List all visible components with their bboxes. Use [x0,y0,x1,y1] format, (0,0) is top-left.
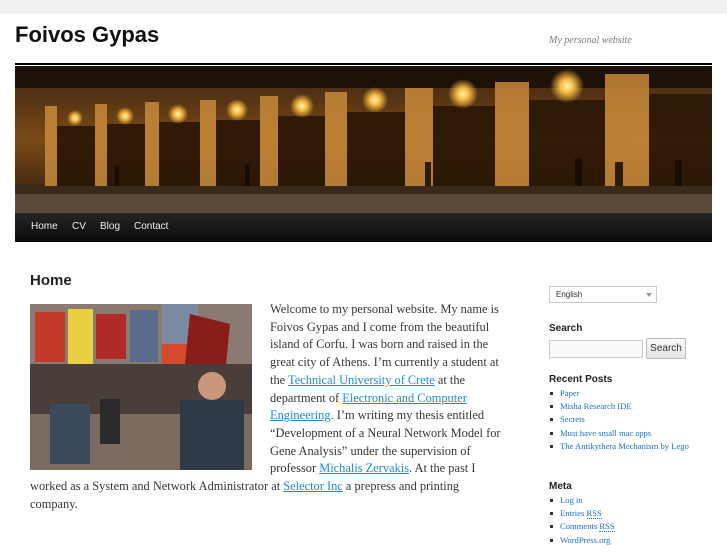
list-item: Must have small mac apps [549,428,699,439]
list-item: Comments RSS [549,521,699,533]
meta-login-link[interactable]: Log in [560,495,583,505]
chevron-down-icon [646,293,652,297]
recent-post-link[interactable]: Misha Research IDE [560,401,632,411]
link-selector-inc[interactable]: Selector Inc [283,479,343,493]
rss-abbr: RSS [599,521,615,533]
list-item: Paper [549,388,699,399]
meta-entries-rss-link[interactable]: Entries RSS [560,508,602,520]
recent-post-link[interactable]: Must have small mac apps [560,428,651,438]
search-heading: Search [549,323,583,334]
search-input[interactable] [549,340,643,358]
meta-heading: Meta [549,481,572,492]
header-divider [15,63,712,65]
link-professor[interactable]: Michalis Zervakis [319,461,409,475]
search-button[interactable]: Search [646,338,686,359]
main-navigation: Home CV Blog Contact [15,213,712,242]
meta-comments-rss-link[interactable]: Comments RSS [560,521,615,533]
recent-posts-list: Paper Misha Research IDE Secrets Must ha… [549,388,699,454]
link-technical-university[interactable]: Technical University of Crete [288,373,435,387]
list-item: Secrets [549,414,699,425]
list-item: The Antikythera Mechanism by Lego [549,441,699,452]
site-title[interactable]: Foivos Gypas [15,22,159,48]
nav-item-home[interactable]: Home [31,221,58,232]
arcade-illustration [15,66,712,213]
nav-item-cv[interactable]: CV [72,221,86,232]
meta-comments-prefix: Comments [560,521,600,532]
language-select-value: English [556,290,583,299]
list-item: Log in [549,495,699,506]
image-float-space [30,301,270,473]
list-item: Misha Research IDE [549,401,699,412]
meta-wordpress-link[interactable]: WordPress.org [560,535,610,545]
page-title: Home [30,272,72,289]
list-item: Entries RSS [549,508,699,520]
recent-post-link[interactable]: The Antikythera Mechanism by Lego [560,441,689,451]
language-select[interactable]: English [549,286,657,303]
recent-posts-heading: Recent Posts [549,374,613,385]
header-banner-image [15,66,712,213]
site-tagline: My personal website [549,35,632,46]
meta-entries-prefix: Entries [560,508,587,519]
meta-list: Log in Entries RSS Comments RSS WordPres… [549,495,699,548]
recent-post-link[interactable]: Secrets [560,414,585,424]
nav-item-blog[interactable]: Blog [100,221,120,232]
list-item: WordPress.org [549,535,699,546]
rss-abbr: RSS [586,508,602,520]
recent-post-link[interactable]: Paper [560,388,580,398]
nav-item-contact[interactable]: Contact [134,221,168,232]
main-content: Welcome to my personal website. My name … [30,301,508,513]
